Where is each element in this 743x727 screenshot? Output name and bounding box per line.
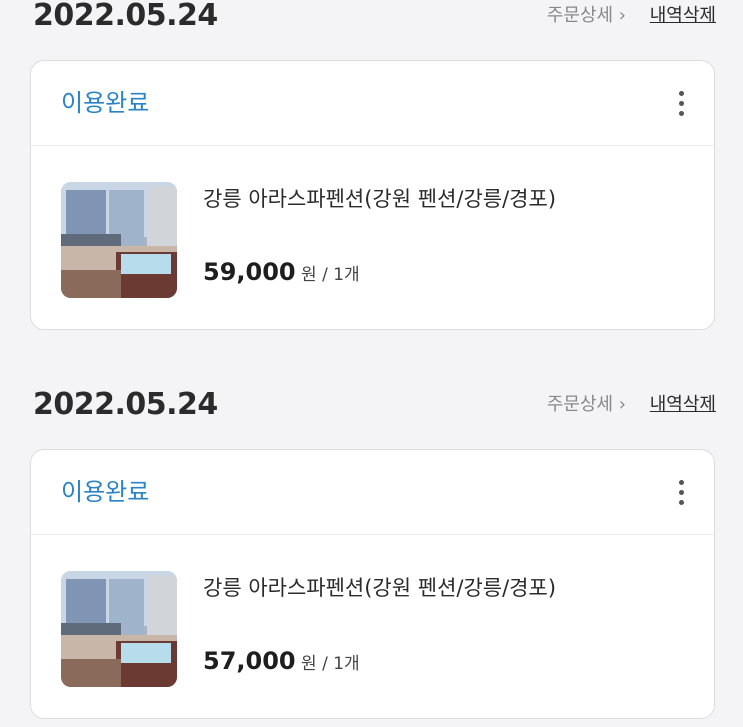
product-name[interactable]: 강릉 아라스파펜션(강원 펜션/강릉/경포) [203, 183, 603, 215]
more-options-button[interactable] [666, 87, 696, 119]
order-status: 이용완료 [61, 478, 150, 506]
product-thumbnail[interactable] [61, 571, 177, 687]
more-vertical-icon [678, 479, 684, 485]
product-name[interactable]: 강릉 아라스파펜션(강원 펜션/강릉/경포) [203, 572, 603, 604]
order-date-row: 2022.05.24 주문상세 › 내역삭제 [0, 0, 743, 36]
price-amount: 59,000 [203, 258, 296, 286]
price-row: 57,000 원 / 1개 [203, 645, 360, 680]
order-card-header: 이용완료 [31, 450, 714, 535]
order-card-header: 이용완료 [31, 61, 714, 146]
order-detail-link[interactable]: 주문상세 › [547, 393, 626, 417]
more-options-button[interactable] [666, 476, 696, 508]
order-date: 2022.05.24 [33, 0, 218, 33]
order-group: 2022.05.24 주문상세 › 내역삭제 [0, 0, 743, 36]
order-group: 2022.05.24 주문상세 › 내역삭제 [0, 385, 743, 425]
delete-history-link[interactable]: 내역삭제 [650, 4, 716, 28]
order-status: 이용완료 [61, 89, 150, 117]
price-amount: 57,000 [203, 647, 296, 675]
order-card[interactable]: 이용완료 강릉 아라스파펜션(강원 펜션/강릉/경포) 59,000 원 / 1… [30, 60, 715, 330]
order-date-row: 2022.05.24 주문상세 › 내역삭제 [0, 385, 743, 425]
more-vertical-icon [678, 90, 684, 96]
product-thumbnail[interactable] [61, 182, 177, 298]
delete-history-link[interactable]: 내역삭제 [650, 393, 716, 417]
price-suffix: 원 / 1개 [301, 654, 360, 674]
price-suffix: 원 / 1개 [301, 265, 360, 285]
price-row: 59,000 원 / 1개 [203, 256, 360, 291]
order-date: 2022.05.24 [33, 387, 218, 422]
order-card[interactable]: 이용완료 강릉 아라스파펜션(강원 펜션/강릉/경포) 57,000 원 / 1… [30, 449, 715, 719]
order-detail-link[interactable]: 주문상세 › [547, 4, 626, 28]
